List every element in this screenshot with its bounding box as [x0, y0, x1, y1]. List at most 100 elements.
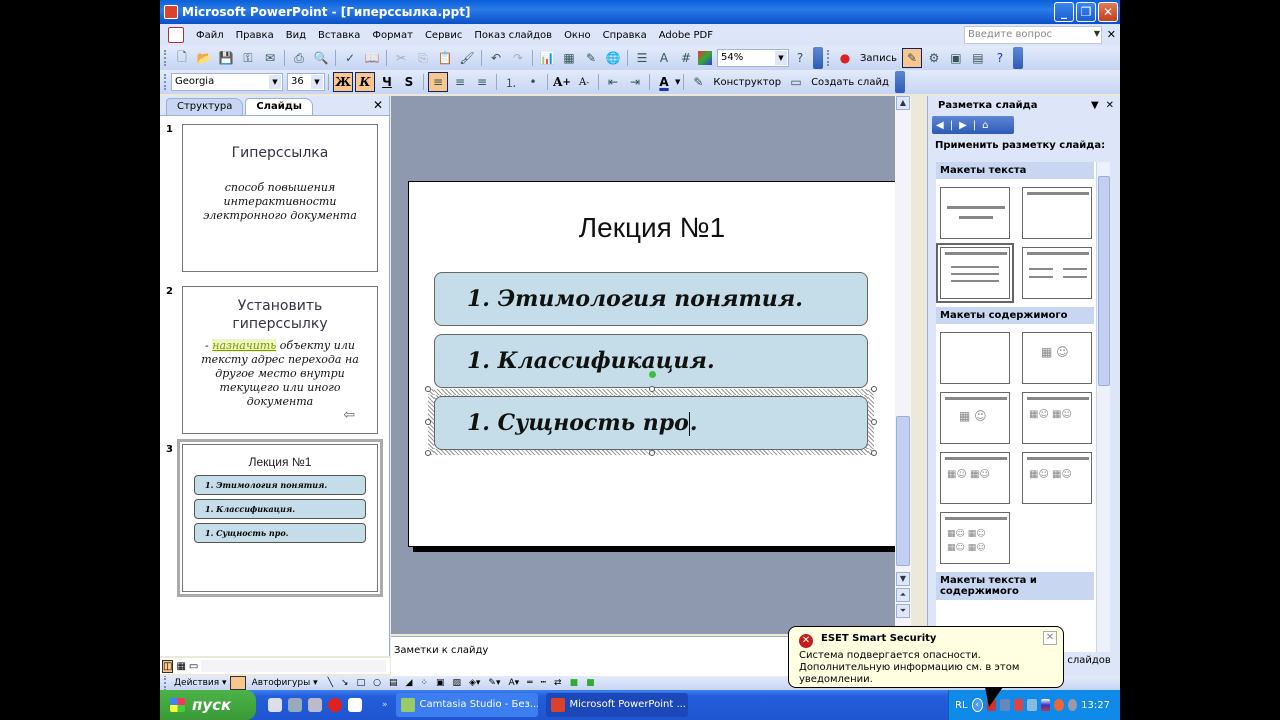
- color-grayscale-icon[interactable]: [698, 51, 712, 65]
- normal-view-icon[interactable]: ◫: [162, 659, 174, 673]
- redo-icon[interactable]: ↷: [508, 48, 528, 68]
- resize-handle[interactable]: [425, 450, 431, 456]
- close-button[interactable]: ✕: [1098, 2, 1118, 22]
- research-icon[interactable]: 📖: [362, 48, 382, 68]
- clock[interactable]: 13:27: [1081, 700, 1110, 711]
- grid-icon[interactable]: #: [676, 48, 696, 68]
- slide-vertical-scrollbar[interactable]: ▲ ▼ ⏶ ⏷: [895, 96, 911, 634]
- decrease-indent-icon[interactable]: ⇤: [603, 72, 623, 92]
- print-preview-icon[interactable]: 🔍: [311, 48, 331, 68]
- rotation-handle[interactable]: [649, 371, 656, 378]
- email-icon[interactable]: ✉: [260, 48, 280, 68]
- home-icon[interactable]: ⌂: [982, 120, 988, 131]
- eset-icon[interactable]: [1054, 699, 1064, 711]
- align-center-icon[interactable]: ≡: [450, 72, 470, 92]
- resize-handle[interactable]: [871, 419, 877, 425]
- camtasia-screen-icon[interactable]: ▣: [946, 48, 966, 68]
- increase-indent-icon[interactable]: ⇥: [625, 72, 645, 92]
- minimize-button[interactable]: _: [1054, 2, 1074, 22]
- font-dropdown-icon[interactable]: ▼: [269, 75, 281, 89]
- insert-table-icon[interactable]: ▦: [559, 48, 579, 68]
- paste-icon[interactable]: 📋: [435, 48, 455, 68]
- ie-icon[interactable]: [268, 698, 282, 712]
- 3d-style-icon[interactable]: ■: [582, 678, 599, 688]
- italic-button[interactable]: К: [355, 72, 375, 92]
- close-document-icon[interactable]: ✕: [1107, 28, 1116, 41]
- tray-flag-icon[interactable]: [1040, 699, 1051, 711]
- quicklaunch-more-icon[interactable]: »: [382, 700, 388, 710]
- bold-button[interactable]: Ж: [333, 72, 353, 92]
- open-icon[interactable]: 📂: [194, 48, 214, 68]
- slide-thumbnail-3[interactable]: Лекция №1 1. Этимология понятия. 1. Клас…: [177, 439, 383, 597]
- toolbar-options-icon[interactable]: [813, 47, 823, 69]
- align-left-icon[interactable]: ≡: [428, 72, 448, 92]
- insert-chart-icon[interactable]: 📊: [537, 48, 557, 68]
- new-slide-button[interactable]: Создать слайд: [807, 77, 893, 88]
- font-color-icon[interactable]: A: [654, 72, 674, 92]
- clipart-icon[interactable]: ▣: [432, 678, 449, 688]
- tab-outline[interactable]: Структура: [166, 98, 244, 115]
- layout-scroll-thumb[interactable]: [1098, 176, 1110, 386]
- menu-window[interactable]: Окно: [558, 30, 597, 41]
- font-color-dropdown-icon[interactable]: ▼: [675, 78, 680, 86]
- increase-font-icon[interactable]: A +: [552, 72, 572, 92]
- resize-handle[interactable]: [425, 419, 431, 425]
- underline-button[interactable]: Ч: [377, 72, 397, 92]
- expand-all-icon[interactable]: ☰: [632, 48, 652, 68]
- zoom-dropdown-icon[interactable]: ▼: [775, 51, 787, 65]
- menu-adobe-pdf[interactable]: Adobe PDF: [653, 30, 719, 41]
- volume-icon[interactable]: [1067, 699, 1078, 711]
- resize-handle[interactable]: [871, 386, 877, 392]
- menu-help[interactable]: Справка: [597, 30, 653, 41]
- forward-icon[interactable]: ▶: [959, 120, 967, 131]
- current-slide[interactable]: Лекция №1 1. Этимология понятия. 1. Клас…: [408, 181, 896, 547]
- slide-item-2[interactable]: 1. Классификация.: [434, 334, 868, 388]
- layout-two-column-text[interactable]: [1022, 247, 1092, 299]
- quicklaunch-app-icon-2[interactable]: [308, 698, 322, 712]
- arrow-icon[interactable]: ↘: [337, 678, 353, 688]
- fill-color-icon[interactable]: ◈▾: [465, 678, 484, 688]
- toolbar-options-icon-3[interactable]: [894, 71, 905, 93]
- slide-item-3-editing[interactable]: 1. Сущность про.: [434, 396, 868, 450]
- textbox-icon[interactable]: ▤: [385, 678, 402, 688]
- start-button[interactable]: пуск: [160, 690, 256, 720]
- wordart-icon[interactable]: ◢: [401, 678, 416, 688]
- spelling-icon[interactable]: ✓: [340, 48, 360, 68]
- slide-thumbnail-1[interactable]: Гиперссылка способ повышения интерактивн…: [182, 124, 378, 272]
- line-style-icon[interactable]: ═: [523, 678, 536, 688]
- menu-tools[interactable]: Сервис: [419, 30, 468, 41]
- cut-icon[interactable]: ✂: [391, 48, 411, 68]
- opera-icon[interactable]: [328, 698, 342, 712]
- designer-icon[interactable]: ✎: [688, 72, 708, 92]
- menu-file[interactable]: Файл: [190, 30, 230, 41]
- shadow-style-icon[interactable]: ■: [566, 678, 583, 688]
- help-question-input[interactable]: Введите вопрос: [964, 26, 1102, 44]
- layout-title-only[interactable]: [1022, 187, 1092, 239]
- slide-item-1[interactable]: 1. Этимология понятия.: [434, 272, 868, 326]
- zoom-combo[interactable]: 54% ▼: [717, 49, 789, 67]
- previous-slide-icon[interactable]: ⏶: [896, 588, 910, 602]
- camtasia-options-icon[interactable]: ▤: [968, 48, 988, 68]
- copy-icon[interactable]: ⎘: [413, 48, 433, 68]
- scroll-thumb[interactable]: [896, 416, 910, 566]
- diagram-icon[interactable]: ⁘: [416, 678, 432, 688]
- menu-edit[interactable]: Правка: [230, 30, 280, 41]
- slideshow-icon[interactable]: ▭: [189, 661, 198, 672]
- layout-content[interactable]: ▦ ☺: [1022, 332, 1092, 384]
- new-slide-icon[interactable]: ▭: [786, 72, 806, 92]
- numbering-icon[interactable]: ⒈: [501, 72, 521, 92]
- line-icon[interactable]: ╲: [324, 678, 337, 688]
- layout-title-text[interactable]: [936, 243, 1014, 303]
- layout-title-content-two-content[interactable]: ▦☺ ▦☺: [940, 452, 1010, 504]
- dash-style-icon[interactable]: ┅: [537, 678, 550, 688]
- scroll-up-icon[interactable]: ▲: [896, 96, 910, 110]
- designer-button[interactable]: Конструктор: [709, 77, 785, 88]
- menu-view[interactable]: Вид: [280, 30, 312, 41]
- tray-icon-2[interactable]: [1013, 699, 1024, 711]
- horizontal-scrollbar[interactable]: [201, 660, 386, 672]
- camtasia-icon[interactable]: ✎: [901, 48, 922, 68]
- font-size-dropdown-icon[interactable]: ▼: [311, 75, 323, 89]
- powerpoint-app-icon[interactable]: [164, 5, 178, 19]
- permission-icon[interactable]: ⚿: [238, 48, 258, 68]
- quicklaunch-app-icon[interactable]: [288, 698, 302, 712]
